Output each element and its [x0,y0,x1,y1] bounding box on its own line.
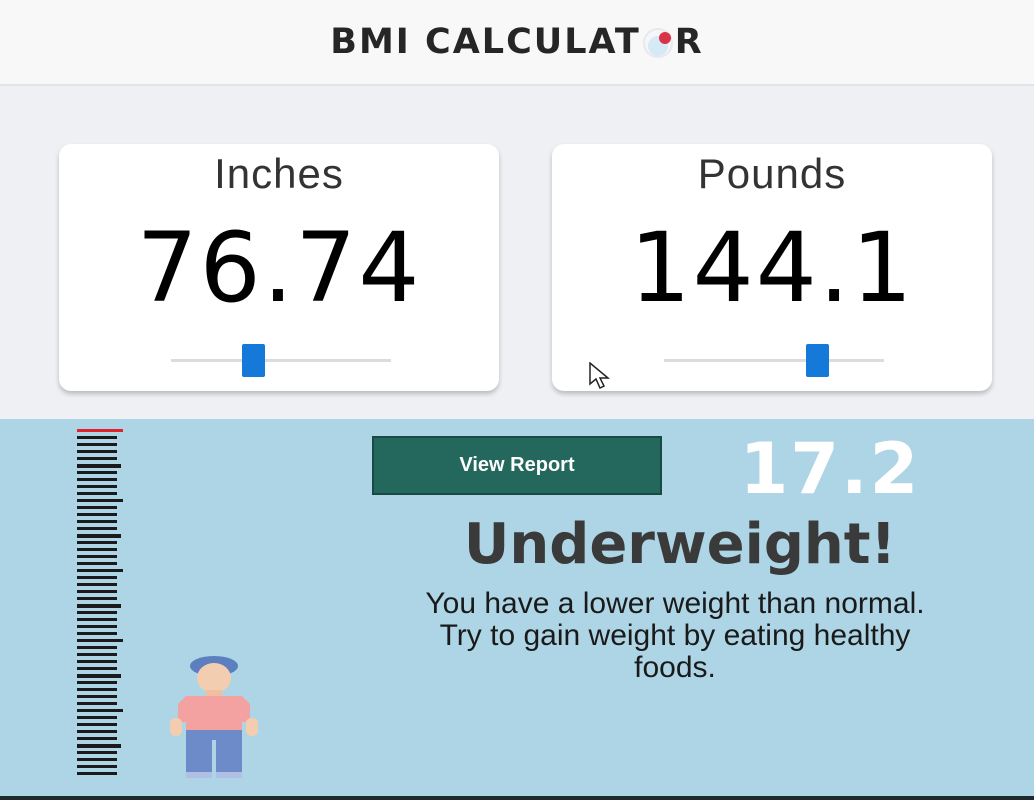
height-ruler [77,429,123,779]
ruler-tick [77,625,117,628]
ruler-tick [77,583,117,586]
ruler-tick [77,527,117,530]
ruler-tick [77,597,117,600]
ruler-tick [77,457,117,460]
bmi-category: Underweight! [463,512,897,577]
ruler-tick [77,709,123,712]
ruler-tick [77,695,117,698]
ruler-tick [77,464,121,468]
ruler-tick [77,443,117,446]
ruler-tick [77,646,117,649]
height-label: Inches [214,150,344,197]
ruler-tick [77,723,117,726]
title-text-part2: R [674,22,704,62]
mouse-pointer-icon [589,362,611,390]
ruler-tick [77,618,117,621]
ruler-tick [77,541,117,544]
ruler-tick [77,513,117,516]
ruler-tick [77,548,117,551]
ruler-tick [77,478,117,481]
ruler-tick [77,730,117,733]
view-report-button[interactable]: View Report [372,436,662,495]
bmi-value: 17.2 [739,428,921,510]
ruler-tick [77,604,121,608]
ruler-tick [77,534,121,538]
ruler-tick [77,674,121,678]
ruler-tick [77,576,117,579]
height-slider-thumb[interactable] [241,344,265,377]
person-figure-icon [170,656,258,778]
ruler-tick [77,471,117,474]
ruler-tick [77,758,117,761]
ruler-tick [77,555,117,558]
ruler-tick [77,485,117,488]
weight-card: Pounds 144.1 [552,144,992,391]
ruler-tick [77,653,117,656]
stethoscope-heart-icon [642,28,673,58]
ruler-tick [77,667,117,670]
ruler-tick [77,450,117,453]
ruler-tick [77,772,117,775]
height-card: Inches 76.74 [59,144,499,391]
ruler-tick [77,632,117,635]
ruler-tick [77,660,117,663]
ruler-tick [77,436,117,439]
ruler-tick [77,737,117,740]
ruler-tick [77,716,117,719]
ruler-tick [77,429,123,432]
ruler-tick [77,611,117,614]
app-title: BMI CALCULAT R [330,22,703,62]
weight-slider[interactable] [664,344,884,378]
ruler-tick [77,744,121,748]
weight-label: Pounds [697,150,847,197]
ruler-tick [77,765,117,768]
bottom-border [0,796,1034,800]
app-header: BMI CALCULAT R [0,0,1034,86]
weight-slider-track[interactable] [664,359,884,362]
weight-slider-thumb[interactable] [805,344,829,377]
weight-value: 144.1 [629,212,915,324]
height-slider[interactable] [171,344,391,378]
ruler-tick [77,681,117,684]
bmi-advice: You have a lower weight than normal. Try… [425,587,925,684]
ruler-tick [77,562,117,565]
title-text-part1: BMI CALCULAT [330,22,641,62]
ruler-tick [77,569,123,572]
ruler-tick [77,506,117,509]
ruler-tick [77,499,123,502]
ruler-tick [77,520,117,523]
ruler-tick [77,688,117,691]
height-value: 76.74 [136,212,422,324]
ruler-tick [77,639,123,642]
ruler-tick [77,590,117,593]
ruler-tick [77,702,117,705]
ruler-tick [77,492,117,495]
height-slider-track[interactable] [171,359,391,362]
ruler-tick [77,751,117,754]
